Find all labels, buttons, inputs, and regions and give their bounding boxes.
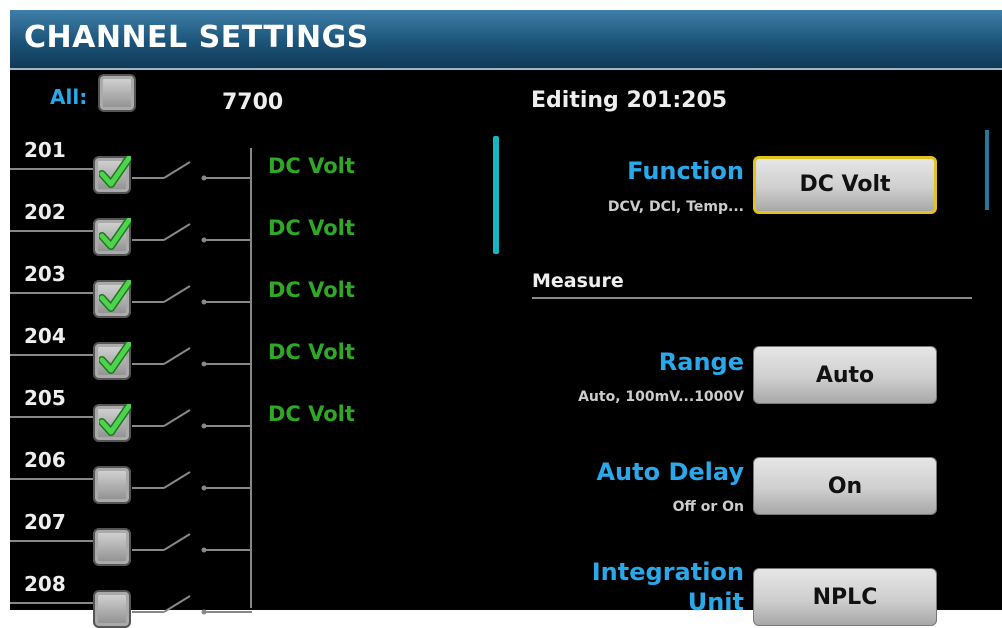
page-title: CHANNEL SETTINGS — [24, 20, 369, 55]
channel-number: 206 — [24, 448, 66, 472]
checkmark-icon — [99, 404, 131, 436]
channel-number: 205 — [24, 386, 66, 410]
measure-section-heading: Measure — [532, 270, 624, 292]
scroll-indicator[interactable] — [493, 136, 499, 254]
channel-checkbox[interactable] — [93, 280, 131, 318]
channel-function: DC Volt — [268, 154, 355, 178]
channel-function: DC Volt — [268, 216, 355, 240]
auto-delay-button[interactable]: On — [753, 457, 937, 515]
relay-switch-icon — [132, 347, 252, 367]
channel-function: DC Volt — [268, 340, 355, 364]
right-scroll-indicator[interactable] — [985, 130, 989, 210]
function-hint: DCV, DCI, Temp... — [607, 199, 744, 215]
checkmark-icon — [99, 280, 131, 312]
integration-unit-button[interactable]: NPLC — [753, 568, 937, 626]
range-button[interactable]: Auto — [753, 346, 937, 404]
relay-switch-icon — [132, 409, 252, 429]
measure-divider — [532, 297, 972, 299]
channel-number: 201 — [24, 138, 66, 162]
title-bar: CHANNEL SETTINGS — [10, 10, 1002, 70]
channel-checkbox[interactable] — [93, 218, 131, 256]
range-hint: Auto, 100mV...1000V — [578, 389, 744, 405]
integration-unit-label-line2: Unit — [687, 588, 744, 616]
function-button[interactable]: DC Volt — [753, 156, 937, 214]
relay-switch-icon — [132, 223, 252, 243]
relay-switch-icon — [132, 595, 252, 615]
checkmark-icon — [99, 342, 131, 374]
channel-number: 204 — [24, 324, 66, 348]
channel-checkbox[interactable] — [93, 466, 131, 504]
editing-range-label: Editing 201:205 — [531, 88, 728, 113]
channel-function: DC Volt — [268, 402, 355, 426]
checkmark-icon — [99, 156, 131, 188]
auto-delay-hint: Off or On — [672, 499, 744, 515]
checkmark-icon — [99, 218, 131, 250]
card-model-label: 7700 — [222, 90, 284, 115]
relay-switch-icon — [132, 285, 252, 305]
channel-number: 208 — [24, 572, 66, 596]
relay-switch-icon — [132, 471, 252, 491]
channel-checkbox[interactable] — [93, 156, 131, 194]
channel-checkbox[interactable] — [93, 590, 131, 628]
channel-number: 202 — [24, 200, 66, 224]
relay-switch-icon — [132, 533, 252, 553]
range-label: Range — [658, 348, 744, 376]
select-all-label: All: — [50, 85, 88, 109]
channel-checkbox[interactable] — [93, 404, 131, 442]
channel-checkbox[interactable] — [93, 528, 131, 566]
select-all-checkbox[interactable] — [98, 74, 136, 112]
channel-number: 207 — [24, 510, 66, 534]
integration-unit-label-line1: Integration — [591, 558, 744, 586]
auto-delay-label: Auto Delay — [596, 458, 744, 486]
channel-checkbox[interactable] — [93, 342, 131, 380]
channel-function: DC Volt — [268, 278, 355, 302]
channel-number: 203 — [24, 262, 66, 286]
relay-switch-icon — [132, 161, 252, 181]
function-label: Function — [627, 157, 744, 185]
